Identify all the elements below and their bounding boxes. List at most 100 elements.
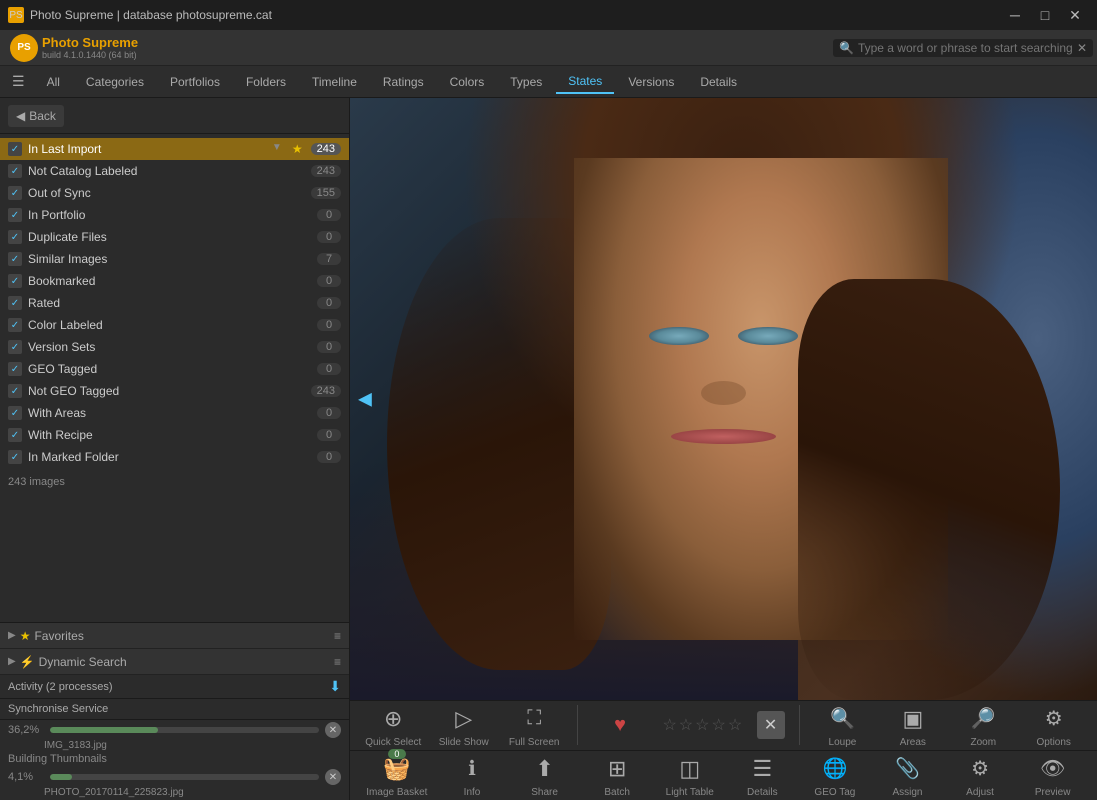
state-checkbox-in-last-import[interactable]: ✓ <box>8 142 22 156</box>
tab-colors[interactable]: Colors <box>438 71 497 93</box>
image-nav-left[interactable]: ◀ <box>358 389 372 410</box>
state-checkbox-rated[interactable]: ✓ <box>8 296 22 310</box>
star-5[interactable]: ☆ <box>728 715 742 735</box>
state-item-with-recipe[interactable]: ✓ With Recipe 0 <box>0 424 349 446</box>
state-item-in-last-import[interactable]: ✓ In Last Import ▼ ★ 243 <box>0 138 349 160</box>
state-checkbox-bookmarked[interactable]: ✓ <box>8 274 22 288</box>
star-4[interactable]: ☆ <box>711 715 725 735</box>
sidebar-bottom: ▶ ★ Favorites ≡ ▶ ⚡ Dynamic Search ≡ Act… <box>0 622 349 800</box>
tab-ratings[interactable]: Ratings <box>371 71 436 93</box>
zoom-button[interactable]: 🔎 Zoom <box>955 703 1011 748</box>
sync-label: Synchronise Service <box>8 703 108 715</box>
progress-cancel-2[interactable]: ✕ <box>325 769 341 785</box>
full-screen-button[interactable]: ⛶ Full Screen <box>506 703 562 748</box>
state-item-bookmarked[interactable]: ✓ Bookmarked 0 <box>0 270 349 292</box>
info-button[interactable]: ℹ Info <box>444 753 500 798</box>
share-button[interactable]: ⬆ Share <box>517 753 573 798</box>
state-checkbox-duplicate-files[interactable]: ✓ <box>8 230 22 244</box>
state-count-not-geo-tagged: 243 <box>311 385 341 397</box>
state-item-rated[interactable]: ✓ Rated 0 <box>0 292 349 314</box>
search-input[interactable] <box>858 41 1073 55</box>
state-checkbox-in-portfolio[interactable]: ✓ <box>8 208 22 222</box>
state-label-color-labeled: Color Labeled <box>28 318 311 332</box>
state-checkbox-with-areas[interactable]: ✓ <box>8 406 22 420</box>
state-checkbox-color-labeled[interactable]: ✓ <box>8 318 22 332</box>
dynamic-search-menu-icon[interactable]: ≡ <box>334 655 341 669</box>
favorites-menu-icon[interactable]: ≡ <box>334 629 341 643</box>
state-checkbox-similar-images[interactable]: ✓ <box>8 252 22 266</box>
state-checkbox-version-sets[interactable]: ✓ <box>8 340 22 354</box>
batch-button[interactable]: ⊞ Batch <box>589 753 645 798</box>
areas-button[interactable]: ▣ Areas <box>885 703 941 748</box>
state-item-out-of-sync[interactable]: ✓ Out of Sync 155 <box>0 182 349 204</box>
state-checkbox-with-recipe[interactable]: ✓ <box>8 428 22 442</box>
state-item-not-geo-tagged[interactable]: ✓ Not GEO Tagged 243 <box>0 380 349 402</box>
star-2[interactable]: ☆ <box>679 715 693 735</box>
tab-timeline[interactable]: Timeline <box>300 71 369 93</box>
state-item-color-labeled[interactable]: ✓ Color Labeled 0 <box>0 314 349 336</box>
state-count-geo-tagged: 0 <box>317 363 341 375</box>
options-button[interactable]: ⚙ Options <box>1026 703 1082 748</box>
back-button[interactable]: ◀ Back <box>8 105 64 127</box>
close-button[interactable]: ✕ <box>1061 5 1089 25</box>
tab-states[interactable]: States <box>556 70 614 94</box>
dynamic-search-panel[interactable]: ▶ ⚡ Dynamic Search ≡ <box>0 649 349 675</box>
preview-button[interactable]: 👁 Preview <box>1025 753 1081 798</box>
details-button[interactable]: ☰ Details <box>734 753 790 798</box>
adjust-label: Adjust <box>966 787 994 798</box>
state-item-in-portfolio[interactable]: ✓ In Portfolio 0 <box>0 204 349 226</box>
state-item-with-areas[interactable]: ✓ With Areas 0 <box>0 402 349 424</box>
state-checkbox-not-geo-tagged[interactable]: ✓ <box>8 384 22 398</box>
photo-display: ◀ <box>350 98 1097 700</box>
geo-tag-button[interactable]: 🌐 GEO Tag <box>807 753 863 798</box>
state-item-duplicate-files[interactable]: ✓ Duplicate Files 0 <box>0 226 349 248</box>
search-box[interactable]: 🔍 ✕ <box>833 39 1093 57</box>
dynamic-search-icon: ⚡ <box>20 655 35 669</box>
quick-select-button[interactable]: ⊕ Quick Select <box>365 703 421 748</box>
progress-file-2: PHOTO_20170114_225823.jpg <box>0 787 349 800</box>
states-list: ✓ In Last Import ▼ ★ 243 ✓ Not Catalog L… <box>0 134 349 622</box>
state-count-in-marked-folder: 0 <box>317 451 341 463</box>
light-table-icon: ◫ <box>674 753 706 785</box>
progress-cancel-1[interactable]: ✕ <box>325 722 341 738</box>
heart-button[interactable]: ♥ <box>592 709 648 741</box>
state-count-in-last-import: 243 <box>311 143 341 155</box>
image-basket-button[interactable]: 0 🧺 Image Basket <box>366 753 427 798</box>
tab-versions[interactable]: Versions <box>616 71 686 93</box>
star-rating[interactable]: ☆ ☆ ☆ ☆ ☆ <box>662 715 742 735</box>
tab-categories[interactable]: Categories <box>74 71 156 93</box>
back-arrow-icon: ◀ <box>16 109 25 123</box>
tab-types[interactable]: Types <box>498 71 554 93</box>
areas-icon: ▣ <box>897 703 929 735</box>
loupe-button[interactable]: 🔍 Loupe <box>814 703 870 748</box>
star-3[interactable]: ☆ <box>695 715 709 735</box>
light-table-button[interactable]: ◫ Light Table <box>662 753 718 798</box>
state-checkbox-geo-tagged[interactable]: ✓ <box>8 362 22 376</box>
state-item-geo-tagged[interactable]: ✓ GEO Tagged 0 <box>0 358 349 380</box>
state-checkbox-out-of-sync[interactable]: ✓ <box>8 186 22 200</box>
favorites-star-icon: ★ <box>20 629 31 643</box>
favorites-panel[interactable]: ▶ ★ Favorites ≡ <box>0 623 349 649</box>
state-checkbox-in-marked-folder[interactable]: ✓ <box>8 450 22 464</box>
tab-folders[interactable]: Folders <box>234 71 298 93</box>
search-clear-icon[interactable]: ✕ <box>1077 41 1087 55</box>
star-1[interactable]: ☆ <box>662 715 676 735</box>
full-screen-label: Full Screen <box>509 737 560 748</box>
state-item-version-sets[interactable]: ✓ Version Sets 0 <box>0 336 349 358</box>
assign-button[interactable]: 📎 Assign <box>879 753 935 798</box>
state-item-in-marked-folder[interactable]: ✓ In Marked Folder 0 <box>0 446 349 468</box>
state-item-not-catalog-labeled[interactable]: ✓ Not Catalog Labeled 243 <box>0 160 349 182</box>
tab-portfolios[interactable]: Portfolios <box>158 71 232 93</box>
activity-download-icon[interactable]: ⬇ <box>329 678 341 695</box>
tab-details[interactable]: Details <box>688 71 749 93</box>
adjust-button[interactable]: ⚙ Adjust <box>952 753 1008 798</box>
tab-all[interactable]: All <box>35 71 72 93</box>
rating-clear-button[interactable]: ✕ <box>757 711 785 739</box>
progress-bar-fill-1 <box>50 727 158 733</box>
state-checkbox-not-catalog-labeled[interactable]: ✓ <box>8 164 22 178</box>
slide-show-button[interactable]: ▷ Slide Show <box>436 703 492 748</box>
hamburger-menu[interactable]: ☰ <box>4 69 33 94</box>
maximize-button[interactable]: □ <box>1031 5 1059 25</box>
state-item-similar-images[interactable]: ✓ Similar Images 7 <box>0 248 349 270</box>
minimize-button[interactable]: ─ <box>1001 5 1029 25</box>
